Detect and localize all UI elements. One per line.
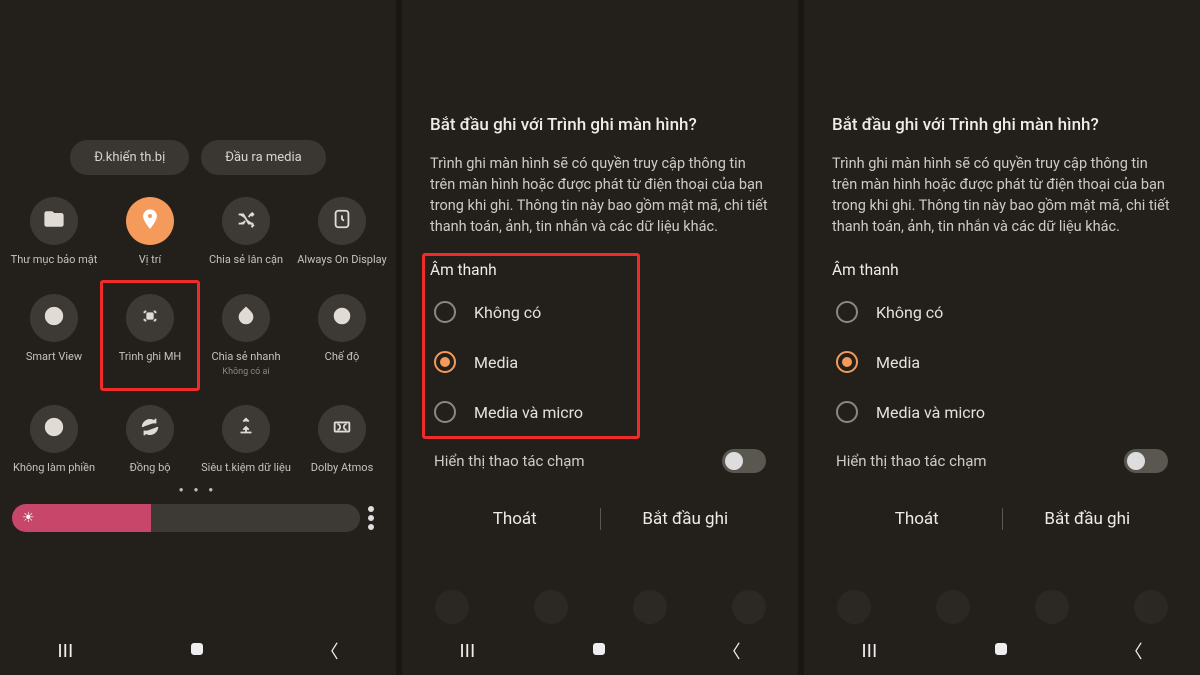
tile-location[interactable]: Vị trí (104, 197, 196, 266)
pager-dots: ● ● ● (0, 475, 396, 500)
radio-media[interactable]: Media (832, 337, 1172, 387)
tile-secure-folder[interactable]: Thư mục bảo mật (8, 197, 100, 266)
radio-icon (836, 301, 858, 323)
home-button[interactable] (590, 640, 608, 663)
tile-mode[interactable]: Chế độ (296, 294, 388, 377)
recents-button[interactable]: ⅠⅠⅠ (459, 641, 475, 662)
radio-icon (434, 351, 456, 373)
background-tiles (804, 587, 1200, 627)
device-control-pill[interactable]: Đ.khiển th.bị (70, 140, 189, 175)
home-button[interactable] (992, 640, 1010, 663)
show-touches-toggle[interactable] (1124, 449, 1168, 473)
show-touches-label: Hiển thị thao tác chạm (434, 452, 585, 470)
sync-icon (139, 416, 161, 443)
tile-data-saver[interactable]: Siêu t.kiệm dữ liệu (200, 405, 292, 474)
nav-bar: ⅠⅠⅠ 〈 (804, 627, 1200, 675)
start-record-button[interactable]: Bắt đầu ghi (601, 499, 771, 539)
start-record-button[interactable]: Bắt đầu ghi (1003, 499, 1173, 539)
dialog-body: Trình ghi màn hình sẽ có quyền truy cập … (430, 153, 770, 237)
media-output-pill[interactable]: Đầu ra media (201, 140, 326, 175)
radio-media-mic[interactable]: Media và micro (832, 387, 1172, 437)
back-button[interactable]: 〈 (321, 638, 339, 664)
show-touches-toggle[interactable] (722, 449, 766, 473)
radio-icon (836, 401, 858, 423)
show-touches-label: Hiển thị thao tác chạm (836, 452, 987, 470)
radio-icon (836, 351, 858, 373)
nav-bar: ⅠⅠⅠ 〈 (0, 627, 396, 675)
back-button[interactable]: 〈 (723, 638, 741, 664)
tile-sync[interactable]: Đồng bộ (104, 405, 196, 474)
dialog-title: Bắt đầu ghi với Trình ghi màn hình? (430, 115, 770, 135)
quick-settings-panel: Đ.khiển th.bị Đầu ra media Thư mục bảo m… (0, 0, 396, 675)
record-dialog-panel-2: Bắt đầu ghi với Trình ghi màn hình? Trìn… (804, 0, 1200, 675)
dialog-body: Trình ghi màn hình sẽ có quyền truy cập … (832, 153, 1172, 237)
dolby-icon (331, 416, 353, 443)
brightness-slider[interactable]: ☀ (12, 504, 384, 532)
tile-quick-share[interactable]: Chia sẻ nhanh Không có ai (200, 294, 292, 377)
folder-lock-icon (43, 208, 65, 235)
background-tiles (402, 587, 798, 627)
tile-dolby[interactable]: Dolby Atmos (296, 405, 388, 474)
cancel-button[interactable]: Thoát (832, 499, 1002, 539)
recents-button[interactable]: ⅠⅠⅠ (861, 641, 877, 662)
highlight-box (100, 280, 200, 391)
audio-section-label: Âm thanh (832, 261, 1172, 279)
recents-button[interactable]: ⅠⅠⅠ (57, 641, 73, 662)
radio-icon (434, 401, 456, 423)
tile-screen-recorder[interactable]: Trình ghi MH (104, 294, 196, 377)
home-button[interactable] (188, 640, 206, 663)
record-dialog-panel-1: Bắt đầu ghi với Trình ghi màn hình? Trìn… (402, 0, 798, 675)
radio-icon (434, 301, 456, 323)
brightness-icon: ☀ (22, 510, 35, 526)
back-button[interactable]: 〈 (1125, 638, 1143, 664)
mode-icon (331, 305, 353, 332)
minus-circle-icon (43, 416, 65, 443)
dialog-title: Bắt đầu ghi với Trình ghi màn hình? (832, 115, 1172, 135)
location-icon (139, 208, 161, 235)
tile-nearby-share[interactable]: Chia sẻ lân cận (200, 197, 292, 266)
play-circle-icon (43, 305, 65, 332)
radio-none[interactable]: Không có (832, 287, 1172, 337)
quick-share-icon (235, 305, 257, 332)
tile-smart-view[interactable]: Smart View (8, 294, 100, 377)
shuffle-icon (235, 208, 257, 235)
tile-aod[interactable]: Always On Display (296, 197, 388, 266)
nav-bar: ⅠⅠⅠ 〈 (402, 627, 798, 675)
clock-icon (331, 208, 353, 235)
quick-settings-grid: Thư mục bảo mật Vị trí Chia sẻ lân cận A… (0, 175, 396, 475)
more-icon[interactable] (368, 515, 374, 521)
data-saver-icon (235, 416, 257, 443)
tile-dnd[interactable]: Không làm phiền (8, 405, 100, 474)
cancel-button[interactable]: Thoát (430, 499, 600, 539)
